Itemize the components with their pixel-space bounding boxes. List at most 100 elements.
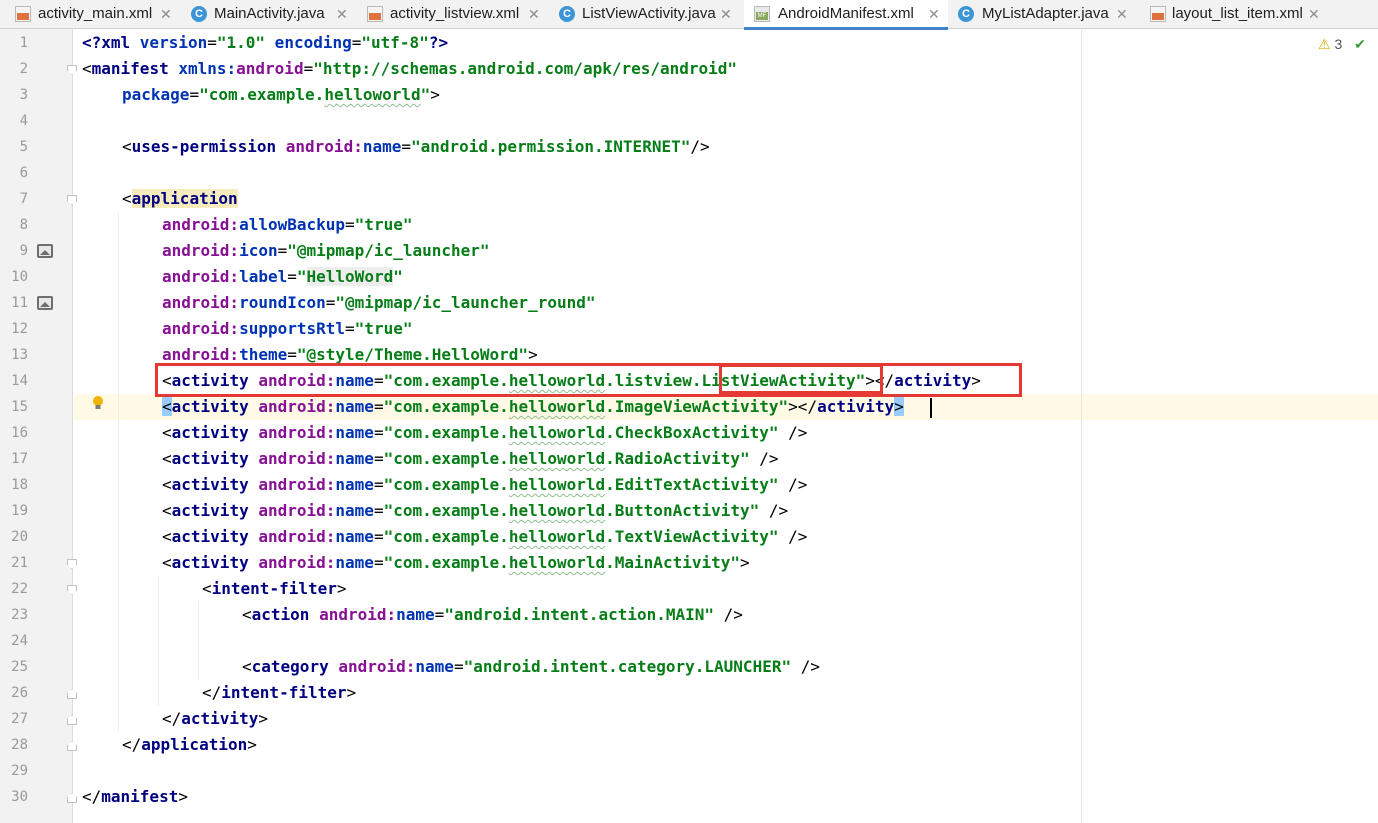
tab-label: AndroidManifest.xml <box>778 5 914 22</box>
token: = <box>373 553 384 572</box>
highlight-box-line <box>155 363 1022 397</box>
token: = <box>373 449 384 468</box>
token: activity <box>171 475 259 494</box>
token: activity <box>171 553 259 572</box>
token: "com.example. <box>383 397 509 416</box>
token: package <box>122 85 190 104</box>
token: HelloWord <box>306 267 394 286</box>
code-line-23: <action android:name="android.intent.act… <box>242 602 743 628</box>
line-number: 18 <box>11 477 28 493</box>
token: theme <box>239 345 288 364</box>
token: "1.0" <box>216 33 266 52</box>
lightbulb-icon[interactable] <box>92 396 104 410</box>
image-resource-icon[interactable] <box>37 296 53 310</box>
token: = <box>373 475 384 494</box>
code-line-1: <?xml version="1.0" encoding="utf-8"?> <box>82 30 448 56</box>
token: "com.example. <box>383 553 509 572</box>
token: " <box>296 267 307 286</box>
tab-androidmanifest-xml[interactable]: MF AndroidManifest.xml ✕ <box>744 0 948 30</box>
line-number: 25 <box>11 659 28 675</box>
token: <? <box>82 33 102 52</box>
token: .RadioActivity" <box>605 449 750 468</box>
line-number: 12 <box>11 321 28 337</box>
token: helloworld <box>508 501 606 520</box>
token: activity <box>181 709 259 728</box>
token: android: <box>319 605 397 624</box>
close-icon[interactable]: ✕ <box>528 0 540 28</box>
line-number: 10 <box>11 269 28 285</box>
close-icon[interactable]: ✕ <box>160 0 172 28</box>
tab-mylistadapter-java[interactable]: C MyListAdapter.java ✕ <box>948 0 1140 29</box>
line-number: 16 <box>11 425 28 441</box>
token: /> <box>778 423 808 442</box>
tab-listviewactivity-java[interactable]: C ListViewActivity.java ✕ <box>554 0 744 29</box>
tab-mainactivity-java[interactable]: C MainActivity.java ✕ <box>186 0 362 29</box>
token: activity <box>171 527 259 546</box>
token: ></ <box>788 397 818 416</box>
indent-guide <box>158 576 159 706</box>
token: name <box>335 475 374 494</box>
close-icon[interactable]: ✕ <box>928 0 940 28</box>
token: uses-permission <box>131 137 286 156</box>
token: xml <box>101 33 140 52</box>
token: android: <box>162 293 240 312</box>
tab-activity-main-xml[interactable]: activity_main.xml ✕ <box>0 0 186 29</box>
line-number: 14 <box>11 373 28 389</box>
token: < <box>162 475 172 494</box>
manifest-file-icon: MF <box>754 6 770 22</box>
token: android: <box>162 241 240 260</box>
token: activity <box>171 397 259 416</box>
token: xmlns: <box>178 59 237 78</box>
token: android: <box>162 319 240 338</box>
token: "com.example. <box>383 501 509 520</box>
code-line-26: </intent-filter> <box>202 680 356 706</box>
token: intent-filter <box>221 683 347 702</box>
close-icon[interactable]: ✕ <box>720 0 732 28</box>
inspection-widget[interactable]: ⚠ 3 ✔ <box>1318 36 1366 56</box>
code-line-30: </manifest> <box>82 784 188 810</box>
close-icon[interactable]: ✕ <box>1116 0 1128 28</box>
code-line-11: android:roundIcon="@mipmap/ic_launcher_r… <box>162 290 596 316</box>
token: > <box>430 85 440 104</box>
tab-activity-listview-xml[interactable]: activity_listview.xml ✕ <box>362 0 554 29</box>
line-number: 26 <box>11 685 28 701</box>
token: " <box>420 85 431 104</box>
line-number: 8 <box>19 217 28 233</box>
tab-layout-list-item-xml[interactable]: layout_list_item.xml ✕ <box>1140 0 1340 29</box>
token: android: <box>162 215 240 234</box>
token: /> <box>791 657 820 676</box>
token: name <box>396 605 435 624</box>
tab-label: activity_main.xml <box>38 5 153 22</box>
token: "android.intent.action.MAIN" <box>444 605 715 624</box>
token: application <box>141 735 248 754</box>
token: action <box>251 605 320 624</box>
token: .TextViewActivity" <box>605 527 779 546</box>
token: "@mipmap/ic_launcher_round" <box>335 293 596 312</box>
image-resource-icon[interactable] <box>37 244 53 258</box>
token: /> <box>759 501 789 520</box>
token: helloworld <box>508 475 606 494</box>
token: "@mipmap/ic_launcher" <box>287 241 490 260</box>
token: activity <box>171 449 259 468</box>
close-icon[interactable]: ✕ <box>336 0 348 28</box>
token: = <box>287 345 297 364</box>
token: /> <box>778 475 808 494</box>
token: activity <box>171 501 259 520</box>
token: /> <box>714 605 743 624</box>
token: ?> <box>428 33 449 52</box>
token: < <box>162 527 172 546</box>
token: helloworld <box>508 449 606 468</box>
token: activity <box>817 397 895 416</box>
tab-label: ListViewActivity.java <box>582 5 716 22</box>
xml-file-icon <box>1150 6 1166 22</box>
line-number: 24 <box>11 633 28 649</box>
close-icon[interactable]: ✕ <box>1308 0 1320 28</box>
token: category <box>251 657 339 676</box>
line-number: 6 <box>19 165 28 181</box>
java-class-icon: C <box>191 6 207 22</box>
token: .MainActivity" <box>605 553 740 572</box>
token: version <box>139 33 208 52</box>
line-number: 11 <box>11 295 28 311</box>
token: android: <box>258 475 336 494</box>
token: android: <box>258 527 336 546</box>
